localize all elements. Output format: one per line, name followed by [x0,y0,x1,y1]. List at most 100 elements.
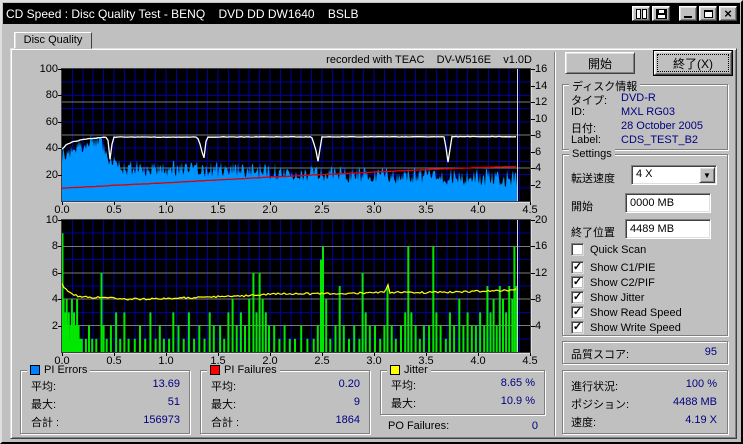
show-c2-pif-checkbox[interactable]: ✓ [571,276,584,289]
axis-tick-mark [58,220,62,221]
disc-info-group: ディスク情報 タイプ: DVD-R ID: MXL RG03 日付: 28 Oc… [562,78,728,150]
start-position-field[interactable] [625,193,711,213]
show-read-speed-label: Show Read Speed [590,307,682,319]
transfer-speed-value: 4 X [636,168,653,180]
settings-group: Settings 転送速度 4 X ▼ 開始 終了位置 Quick Scan ✓… [562,148,728,336]
axis-tick-label: 3.0 [366,355,382,367]
stat-row: 合計 : 1864 [211,414,360,429]
stat-row: 平均: 13.69 [31,378,180,393]
maximize-icon [703,9,713,18]
axis-tick-label: 16 [535,63,548,75]
stat-row: 最大: 9 [211,396,360,411]
axis-tick-label: 100 [39,63,58,75]
axis-tick-mark [218,202,219,205]
start-button[interactable]: 開始 [565,52,635,74]
axis-tick-label: 4.0 [470,355,486,367]
minimize-button[interactable] [679,6,697,21]
end-position-label: 終了位置 [571,227,615,239]
axis-tick-mark [114,202,115,205]
save-icon [655,8,667,19]
end-position-field[interactable] [625,219,711,239]
axis-tick-label: 12 [535,266,548,279]
stat-value: 1864 [335,414,360,426]
axis-tick-mark [478,202,479,205]
axis-tick-mark [58,122,62,123]
maximize-button[interactable] [699,6,717,21]
save-button[interactable] [652,6,670,21]
stat-label: 平均: [391,380,417,392]
axis-tick-mark [531,135,535,136]
axis-tick-label: 4.5 [522,355,538,367]
axis-tick-label: 3.0 [366,204,382,216]
compare-button[interactable] [632,6,650,21]
axis-tick-mark [478,353,479,356]
quality-score-value: 95 [704,346,717,358]
axis-tick-mark [531,152,535,153]
pi-errors-speed-chart [61,68,531,202]
axis-tick-mark [58,299,62,300]
axis-tick-mark [58,148,62,149]
axis-tick-mark [58,95,62,96]
axis-tick-mark [58,175,62,176]
pi-failures-stats-box: PI Failures 平均: 0.20 最大: 9 合計 : 1864 [200,364,370,434]
show-read-speed-checkbox[interactable]: ✓ [571,306,584,319]
stat-value: 0.20 [338,378,360,390]
chevron-down-icon[interactable]: ▼ [699,167,715,183]
axis-tick-label: 4 [535,162,542,174]
stat-row: 最大: 51 [31,396,180,411]
axis-tick-label: 10 [535,112,548,125]
transfer-speed-select[interactable]: 4 X ▼ [631,165,717,185]
show-write-speed-label: Show Write Speed [590,322,681,334]
axis-tick-mark [166,202,167,205]
vertical-separator [554,52,556,436]
axis-tick-label: 8 [535,129,542,141]
axis-tick-label: 1.0 [158,355,174,367]
close-button[interactable]: × [719,6,737,21]
start-position-label: 開始 [571,201,593,213]
axis-tick-label: 6 [535,145,542,158]
pi-errors-title: PI Errors [44,364,88,376]
axis-tick-label: 16 [535,240,548,253]
transfer-speed-label: 転送速度 [571,173,615,185]
axis-tick-label: 10 [45,214,58,226]
axis-tick-label: 4 [51,293,58,306]
show-write-speed-checkbox[interactable]: ✓ [571,321,584,334]
stat-label: 最大: [211,399,237,411]
show-jitter-label: Show Jitter [590,292,645,304]
pi-errors-stats-box: PI Errors 平均: 13.69 最大: 51 合計 : 156973 [20,364,190,434]
tab-disc-quality[interactable]: Disc Quality [14,32,92,49]
quality-score-label: 品質スコア: [571,349,630,361]
axis-tick-mark [270,202,271,205]
show-c1-pie-checkbox[interactable]: ✓ [571,261,584,274]
po-failures-row: PO Failures: 0 [388,420,538,434]
show-c2-pif-label: Show C2/PIF [590,277,655,289]
disc-label-value: CDS_TEST_B2 [621,134,699,146]
axis-tick-mark [531,185,535,186]
axis-tick-label: 40 [45,142,58,155]
window-title: CD Speed : Disc Quality Test - BENQ DVD … [6,6,359,21]
quick-scan-checkbox[interactable] [571,243,584,256]
check-icon: ✓ [572,291,583,303]
progress-label: 進行状況: [571,381,619,393]
pi-errors-legend: PI Errors [27,364,91,376]
axis-tick-mark [531,69,535,70]
stat-value: 8.65 % [500,377,535,389]
title-bar[interactable]: CD Speed : Disc Quality Test - BENQ DVD … [3,3,740,24]
pi-failures-swatch-icon [210,365,220,375]
show-jitter-checkbox[interactable]: ✓ [571,291,584,304]
stat-value: 13.69 [152,378,180,390]
speed-value: 4.19 X [685,414,717,426]
axis-tick-mark [531,220,535,221]
axis-tick-label: 1.0 [158,204,174,216]
axis-tick-mark [530,202,531,205]
pi-failures-title: PI Failures [224,364,277,376]
position-value: 4488 MB [672,396,717,408]
axis-tick-mark [58,326,62,327]
axis-tick-label: 0.5 [106,355,122,367]
jitter-legend: Jitter [387,364,431,376]
axis-tick-mark [62,353,63,356]
axis-tick-mark [322,202,323,205]
exit-button[interactable]: 終了(X) [653,50,733,76]
axis-tick-label: 20 [535,214,548,226]
pages-icon [635,8,647,19]
